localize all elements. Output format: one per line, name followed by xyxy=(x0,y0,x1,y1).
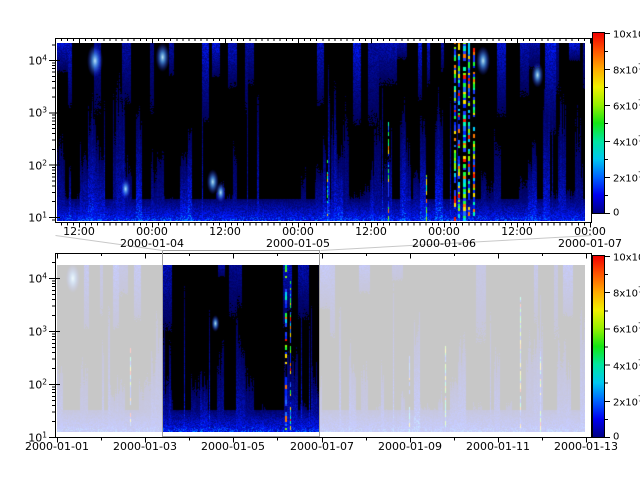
colorbar-context-tick-label: 8x107 xyxy=(613,285,640,300)
detail-x-tick-label: 00:00 xyxy=(136,226,168,238)
detail-x-tick-label: 00:00 xyxy=(574,226,606,238)
detail-x-tick-label: 12:00 xyxy=(209,226,241,238)
colorbar-context-tick-label: 10x107 xyxy=(613,249,640,264)
context-y-tick-label: 102 xyxy=(28,377,47,392)
detail-spectrogram-canvas[interactable] xyxy=(57,43,585,221)
colorbar-context-tick-label: 4x107 xyxy=(613,357,640,372)
plot-window: 12:00 00:00 12:00 00:00 12:00 00:00 12:00 00:00… xyxy=(0,0,640,480)
colorbar-detail-tick-label: 10x107 xyxy=(613,26,640,41)
colorbar-detail-tick-label: 6x107 xyxy=(613,98,640,113)
context-x-tick-label: 2000-01-11 xyxy=(466,441,530,453)
colorbar-context-tick-label: 0 xyxy=(613,432,619,443)
detail-y-tick-label: 102 xyxy=(28,157,47,172)
detail-x-date-label: 2000-01-04 xyxy=(120,238,184,250)
context-x-tick-label: 2000-01-01 xyxy=(25,441,89,453)
detail-x-tick-label: 00:00 xyxy=(428,226,460,238)
colorbar-detail xyxy=(592,32,605,214)
detail-y-tick-label: 101 xyxy=(28,210,47,225)
colorbar-detail-tick-label: 2x107 xyxy=(613,170,640,185)
detail-x-date-label: 2000-01-07 xyxy=(558,238,622,250)
colorbar-context-tick-label: 2x107 xyxy=(613,393,640,408)
context-x-tick-label: 2000-01-03 xyxy=(113,441,177,453)
context-x-tick-label: 2000-01-09 xyxy=(378,441,442,453)
detail-x-tick-label: 00:00 xyxy=(282,226,314,238)
detail-x-tick-label: 12:00 xyxy=(501,226,533,238)
context-dim-overlay-left xyxy=(57,265,162,432)
colorbar-detail-tick-label: 4x107 xyxy=(613,134,640,149)
detail-x-tick-label: 12:00 xyxy=(63,226,95,238)
context-y-tick-label: 103 xyxy=(28,324,47,339)
colorbar-detail-tick-label: 0 xyxy=(613,208,619,219)
detail-x-date-label: 2000-01-06 xyxy=(412,238,476,250)
detail-x-date-label: 2000-01-05 xyxy=(266,238,330,250)
context-y-tick-label: 104 xyxy=(28,271,47,286)
detail-y-tick-label: 103 xyxy=(28,105,47,120)
detail-x-tick-label: 12:00 xyxy=(355,226,387,238)
context-dim-overlay-right xyxy=(320,265,585,432)
colorbar-context xyxy=(592,255,605,438)
context-x-tick-label: 2000-01-07 xyxy=(290,441,354,453)
colorbar-detail-tick-label: 8x107 xyxy=(613,62,640,77)
context-x-tick-label: 2000-01-05 xyxy=(201,441,265,453)
context-x-tick-label: 2000-01-13 xyxy=(554,441,618,453)
colorbar-context-tick-label: 6x107 xyxy=(613,321,640,336)
context-y-tick-label: 101 xyxy=(28,430,47,445)
detail-y-tick-label: 104 xyxy=(28,53,47,68)
